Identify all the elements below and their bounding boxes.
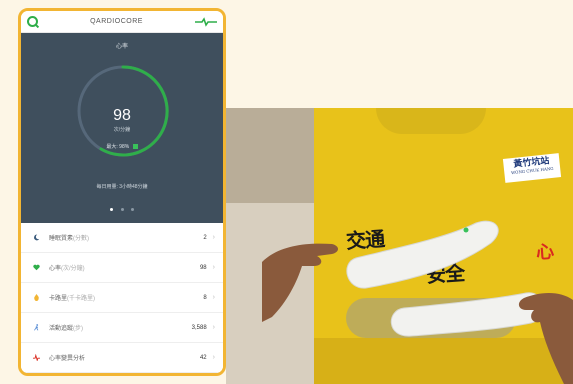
list-item-label: 睡眠質素 xyxy=(49,236,74,242)
bpm-value: 98 xyxy=(113,107,131,124)
list-item-value: 98 xyxy=(199,264,207,271)
metrics-list: 睡眠質素(分數) 2 › 心率(次/分鐘) 98 › 卡路里(千卡路里) 8 ›… xyxy=(21,223,223,373)
max-label: 最大: 98% xyxy=(106,144,130,150)
max-status-icon xyxy=(132,144,138,150)
app-screenshot-card: QARDIOCORE 心率 98 次/分鐘 最大: 98% 每日用量: 3小時4… xyxy=(18,8,226,376)
app-header: QARDIOCORE xyxy=(21,11,223,33)
list-item-value: 2 xyxy=(203,234,207,241)
left-hand xyxy=(262,243,338,322)
list-item-sub: (千卡路里) xyxy=(67,296,96,302)
right-hand xyxy=(518,293,573,384)
heart-icon xyxy=(33,264,40,271)
panel-label: 心率 xyxy=(115,44,128,50)
list-item-value: 3,588 xyxy=(191,324,207,331)
daily-usage-summary: 每日用量: 3小時48分鐘 xyxy=(96,184,148,190)
app-title: QARDIOCORE xyxy=(90,18,143,25)
list-item-sub: (分數) xyxy=(73,236,90,242)
chevron-right-icon: › xyxy=(212,264,215,271)
chevron-right-icon: › xyxy=(212,354,215,361)
chevron-right-icon: › xyxy=(212,294,215,301)
moon-icon xyxy=(34,234,40,241)
list-item-calories[interactable]: 卡路里(千卡路里) 8 › xyxy=(21,283,223,313)
pager-dot-1[interactable] xyxy=(110,208,114,211)
chevron-right-icon: › xyxy=(212,234,215,241)
list-item-activity[interactable]: 活動追蹤(步) 3,588 › xyxy=(21,313,223,343)
list-item-heart-rate[interactable]: 心率(次/分鐘) 98 › xyxy=(21,253,223,283)
list-item-value: 8 xyxy=(203,294,207,301)
pulse-icon xyxy=(33,354,40,361)
pager-dot-3[interactable] xyxy=(130,208,134,211)
max-indicator: 最大: 98% xyxy=(21,143,223,150)
list-item-sleep[interactable]: 睡眠質素(分數) 2 › xyxy=(21,223,223,253)
heart-rate-panel: 心率 98 次/分鐘 最大: 98% 每日用量: 3小時48分鐘 xyxy=(21,33,223,223)
bpm-unit: 次/分鐘 xyxy=(113,127,131,133)
product-photo: 黃竹坑站 WONG CHUK HANG 交通 心 安全 xyxy=(226,108,573,384)
list-item-sub: (步) xyxy=(73,326,84,332)
walk-icon xyxy=(34,324,39,331)
shirt-collar xyxy=(376,108,486,134)
flame-icon xyxy=(34,294,39,301)
list-item-label: 卡路里 xyxy=(49,296,68,302)
list-item-label: 心率 xyxy=(49,266,62,272)
device-monitor-icon[interactable] xyxy=(195,16,217,27)
list-item-sub: (次/分鐘) xyxy=(61,266,85,272)
pager-dot-2[interactable] xyxy=(120,208,124,211)
chevron-right-icon: › xyxy=(212,324,215,331)
pager-dots[interactable] xyxy=(21,198,223,216)
list-item-label: 活動追蹤 xyxy=(49,326,74,332)
list-item-hrv[interactable]: 心率變異分析 42 › xyxy=(21,343,223,373)
list-item-label: 心率變異分析 xyxy=(49,356,86,362)
list-item-value: 42 xyxy=(199,354,207,361)
qardio-logo-icon xyxy=(27,16,38,27)
